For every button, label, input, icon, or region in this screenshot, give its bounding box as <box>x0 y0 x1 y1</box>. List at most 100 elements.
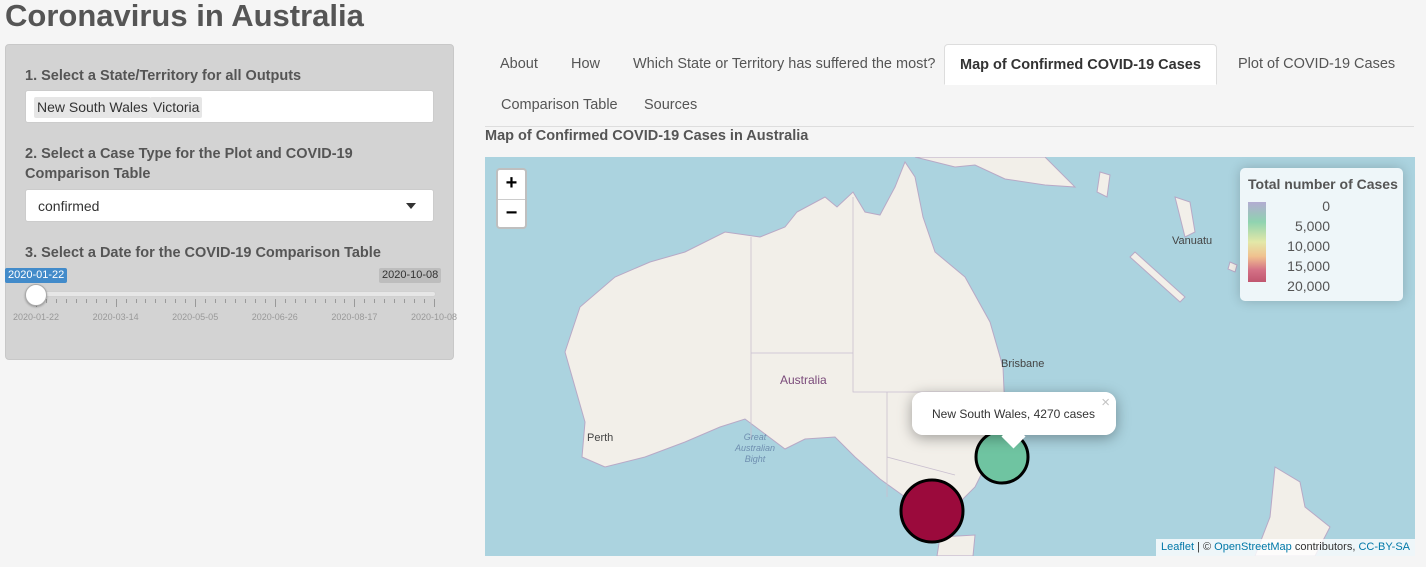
attribution-contributors: contributors, <box>1291 541 1359 553</box>
tab-how[interactable]: How <box>556 44 615 85</box>
sidebar-panel: 1. Select a State/Territory for all Outp… <box>5 44 457 360</box>
slider-tick <box>374 299 376 303</box>
page-title: Coronavirus in Australia <box>5 0 364 33</box>
slider-tick <box>434 299 435 307</box>
new-caledonia-landmass <box>1129 251 1186 303</box>
slider-tick <box>225 299 227 303</box>
case-type-select[interactable]: confirmed <box>25 189 434 222</box>
slider-tick-label: 2020-03-14 <box>92 312 139 322</box>
slider-tick <box>274 299 276 307</box>
legend-color-scale <box>1248 202 1266 282</box>
slider-tick <box>75 299 77 303</box>
new-guinea-landmass <box>914 157 1077 188</box>
slider-tick <box>175 299 177 303</box>
slider-max-tag: 2020-10-08 <box>379 268 442 283</box>
slider-tick <box>45 299 47 303</box>
attribution-sep: | © <box>1194 541 1215 553</box>
slider-tick-label: 2020-06-26 <box>251 312 298 322</box>
legend-label-4: 20,000 <box>1287 278 1330 294</box>
zoom-control: + − <box>496 168 527 229</box>
slider-tick <box>155 299 157 303</box>
label-vanuatu: Vanuatu <box>1172 235 1213 247</box>
slider-tick <box>185 299 187 303</box>
tab-about[interactable]: About <box>485 44 553 85</box>
slider-tick <box>55 299 57 303</box>
tab-comparison-table[interactable]: Comparison Table <box>486 85 633 126</box>
map-heading: Map of Confirmed COVID-19 Cases in Austr… <box>485 128 809 144</box>
map-legend: Total number of Cases 0 5,000 10,000 15,… <box>1240 168 1403 301</box>
slider-tick <box>244 299 246 303</box>
slider-tick <box>394 299 396 303</box>
tab-sources[interactable]: Sources <box>629 85 712 126</box>
slider-tick-label: 2020-05-05 <box>172 312 219 322</box>
license-link[interactable]: CC-BY-SA <box>1358 541 1410 553</box>
tab-plot[interactable]: Plot of COVID-19 Cases <box>1223 44 1410 85</box>
legend-label-2: 10,000 <box>1287 238 1330 254</box>
slider-tick <box>264 299 266 303</box>
state-chip-nsw[interactable]: New South Wales <box>34 97 151 118</box>
slider-tick <box>135 299 137 303</box>
zoom-out-button[interactable]: − <box>498 200 525 229</box>
chevron-down-icon <box>406 203 416 209</box>
slider-tick <box>215 299 217 303</box>
case-type-label: 2. Select a Case Type for the Plot and C… <box>25 146 353 182</box>
label-brisbane: Brisbane <box>1001 358 1045 370</box>
slider-tick <box>105 299 107 303</box>
map-popup: New South Wales, 4270 cases × <box>912 392 1116 449</box>
slider-tick-label: 2020-08-17 <box>331 312 378 322</box>
legend-title: Total number of Cases <box>1248 176 1398 192</box>
legend-label-0: 0 <box>1322 198 1330 214</box>
tab-map[interactable]: Map of Confirmed COVID-19 Cases <box>944 44 1217 85</box>
date-slider-label: 3. Select a Date for the COVID-19 Compar… <box>25 245 381 261</box>
map-attribution: Leaflet | © OpenStreetMap contributors, … <box>1155 539 1415 556</box>
leaflet-map[interactable]: Australia Perth Brisbane Vanuatu Great A… <box>485 157 1415 556</box>
slider-tick <box>284 299 286 303</box>
slider-tick <box>65 299 67 303</box>
slider-tick <box>254 299 256 303</box>
slider-tick <box>195 299 197 307</box>
slider-tick <box>125 299 127 303</box>
slider-tick <box>95 299 97 303</box>
state-chip-vic[interactable]: Victoria <box>150 97 203 118</box>
slider-tick <box>205 299 207 303</box>
slider-tick <box>235 299 236 303</box>
slider-tick <box>115 299 117 307</box>
close-icon[interactable]: × <box>1101 394 1110 411</box>
slider-tick <box>294 299 296 303</box>
slider-tick <box>404 299 406 303</box>
state-select-label: 1. Select a State/Territory for all Outp… <box>25 68 302 84</box>
tab-suffered-most[interactable]: Which State or Territory has suffered th… <box>618 44 951 85</box>
australia-landmass <box>564 160 1006 518</box>
slider-tick <box>314 299 316 303</box>
slider-tick <box>165 299 167 303</box>
legend-label-3: 15,000 <box>1287 258 1330 274</box>
slider-tick <box>364 299 366 303</box>
date-slider-track[interactable] <box>30 291 436 297</box>
slider-tick <box>304 299 306 303</box>
zoom-in-button[interactable]: + <box>498 170 525 200</box>
legend-label-1: 5,000 <box>1294 218 1330 234</box>
slider-tick <box>85 299 87 303</box>
state-multiselect[interactable]: New South Wales Victoria <box>25 90 434 123</box>
marker-victoria <box>899 478 965 544</box>
date-slider-handle[interactable] <box>25 284 47 306</box>
slider-tick <box>334 299 336 303</box>
slider-tick <box>384 299 386 303</box>
tab-bar: About How Which State or Territory has s… <box>485 44 1414 127</box>
island-group <box>1096 171 1238 273</box>
slider-value-tag: 2020-01-22 <box>5 268 68 283</box>
slider-tick <box>324 299 326 303</box>
popup-text: New South Wales, 4270 cases <box>932 407 1095 421</box>
slider-tick-label: 2020-10-08 <box>410 312 458 322</box>
label-australia: Australia <box>780 373 827 387</box>
slider-tick <box>414 299 416 303</box>
osm-link[interactable]: OpenStreetMap <box>1214 541 1292 553</box>
slider-tick <box>344 299 346 303</box>
slider-tick <box>424 299 426 303</box>
leaflet-link[interactable]: Leaflet <box>1161 541 1194 553</box>
label-bight: Great Australian Bight <box>734 432 776 464</box>
slider-tick-label: 2020-01-22 <box>12 312 60 322</box>
slider-tick <box>354 299 356 307</box>
case-type-value: confirmed <box>38 198 100 214</box>
slider-tick <box>145 299 147 303</box>
